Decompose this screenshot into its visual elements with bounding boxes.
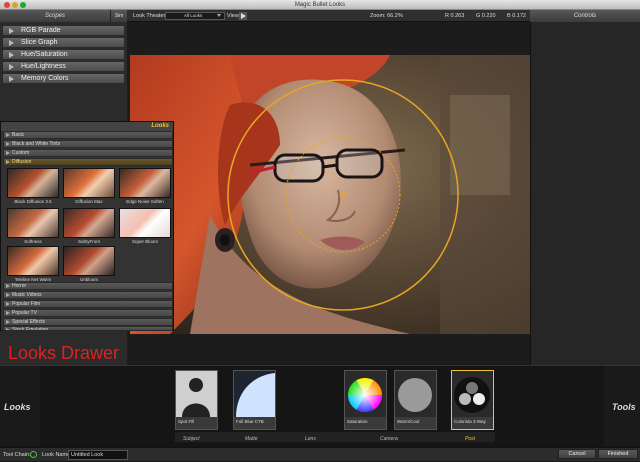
tool-label: Warm/Cool [397, 419, 420, 424]
look-theater-toolbar: Look Theater All Looks View Zoom: 66.2% … [127, 10, 530, 22]
category-camera-label: Camera [380, 436, 398, 442]
category-custom[interactable]: Custom [3, 149, 173, 157]
look-thumb-image [63, 246, 115, 276]
look-thumb[interactable]: Super Bloom [119, 208, 171, 246]
portrait-illustration [130, 55, 530, 334]
tool-spot-fill[interactable]: Spot Fill [175, 370, 218, 430]
silhouette-icon [176, 371, 217, 417]
look-thumb-label: Softness [24, 239, 42, 244]
scope-hue-lightness[interactable]: Hue/Lightness [2, 61, 125, 72]
look-thumb[interactable]: Unbloom [63, 246, 115, 284]
red-readout: R 0.263 [445, 13, 465, 19]
tool-label: Full Blue CTB [236, 419, 264, 424]
look-thumb-label: Diffusion Max [75, 199, 103, 204]
look-thumb-image [119, 208, 171, 238]
category-stock-emulation[interactable]: Stock Emulation [3, 326, 173, 331]
view-play-button[interactable] [239, 12, 247, 20]
controls-panel [530, 22, 640, 365]
play-icon [241, 13, 246, 19]
look-thumb[interactable]: Black Diffusion 3.5 [7, 168, 59, 206]
finished-button[interactable]: Finished [598, 449, 638, 459]
tool-label: Saturation [347, 419, 368, 424]
look-theater-label: Look Theater [133, 13, 166, 19]
category-popular-film[interactable]: Popular Film [3, 300, 173, 308]
cancel-button[interactable]: Cancel [558, 449, 596, 459]
lens-filter-icon [234, 371, 275, 417]
category-horror[interactable]: Horror [3, 282, 173, 290]
tool-colorista-3way[interactable]: Colorista 3-Way [451, 370, 494, 430]
looks-filter-select[interactable]: All Looks [165, 12, 225, 20]
tools-button-label: Tools [612, 402, 636, 412]
status-bar: Tool Chain: Look Name: Untitled Look [0, 447, 640, 461]
tool-full-blue-ctb[interactable]: Full Blue CTB [233, 370, 276, 430]
look-thumb-image [63, 208, 115, 238]
look-thumb[interactable]: Softness [7, 208, 59, 246]
category-basic[interactable]: Basic [3, 131, 173, 139]
category-diffusion[interactable]: Diffusion [3, 158, 173, 166]
green-readout: G 0.220 [476, 13, 496, 19]
looks-button-label: Looks [4, 402, 31, 412]
look-thumb-image [7, 168, 59, 198]
preview-image[interactable] [130, 55, 530, 334]
category-music-videos[interactable]: Music Videos [3, 291, 173, 299]
window-title: Magic Bullet Looks [294, 2, 346, 8]
look-thumb-label: Super Bloom [131, 239, 158, 244]
scope-slice-graph[interactable]: Slice Graph [2, 37, 125, 48]
blue-readout: B 0.172 [507, 13, 526, 19]
category-matte-label: Matte [245, 436, 258, 442]
look-thumb[interactable]: Edge Noise Soften [119, 168, 171, 206]
looks-drawer-annotation: Looks Drawer [8, 343, 120, 363]
category-special-effects[interactable]: Special Effects [3, 318, 173, 326]
category-strip [175, 432, 495, 442]
chevron-down-icon [217, 14, 221, 17]
tool-label: Spot Fill [178, 419, 195, 424]
look-thumb-label: SultryFrom [77, 239, 100, 244]
looks-filter-value: All Looks [184, 13, 203, 18]
close-window-icon[interactable] [4, 2, 10, 8]
power-icon[interactable] [30, 451, 37, 458]
zoom-readout: Zoom: 66.2% [370, 13, 403, 19]
look-thumb[interactable]: SultryFrom [63, 208, 115, 246]
zoom-window-icon[interactable] [20, 2, 26, 8]
category-post-label: Post [465, 436, 476, 442]
view-label: View [227, 13, 239, 19]
warm-cool-icon [395, 371, 436, 417]
look-thumb-image [63, 168, 115, 198]
category-subject-label: Subject [183, 436, 200, 442]
looks-drawer: Looks Basic Black and White Tints Custom… [0, 121, 174, 331]
look-thumb[interactable]: Diffusion Max [63, 168, 115, 206]
category-lens-label: Lens [305, 436, 316, 442]
tool-warm-cool[interactable]: Warm/Cool [394, 370, 437, 430]
three-way-icon [452, 371, 493, 417]
look-thumb-label: Black Diffusion 3.5 [14, 199, 52, 204]
look-thumb-label: Edge Noise Soften [126, 199, 164, 204]
scopes-header: Scopes [0, 10, 110, 22]
scope-memory-colors[interactable]: Memory Colors [2, 73, 125, 84]
scope-hue-saturation[interactable]: Hue/Saturation [2, 49, 125, 60]
sim-button[interactable]: Sim [110, 10, 127, 22]
tool-chain-label: Tool Chain: [3, 452, 31, 458]
look-thumb-image [119, 168, 171, 198]
tool-label: Colorista 3-Way [454, 419, 486, 424]
minimize-window-icon[interactable] [12, 2, 18, 8]
look-name-field[interactable]: Untitled Look [68, 450, 128, 460]
window-titlebar: Magic Bullet Looks [0, 0, 640, 10]
look-thumb-image [7, 208, 59, 238]
category-bw-tints[interactable]: Black and White Tints [3, 140, 173, 148]
color-wheel-icon [345, 371, 386, 417]
look-thumb[interactable]: Teleline Net Warm [7, 246, 59, 284]
looks-drawer-title: Looks [1, 122, 173, 131]
category-popular-tv[interactable]: Popular TV [3, 309, 173, 317]
controls-header: Controls [530, 10, 640, 22]
tool-saturation[interactable]: Saturation [344, 370, 387, 430]
scope-rgb-parade[interactable]: RGB Parade [2, 25, 125, 36]
look-thumb-image [7, 246, 59, 276]
